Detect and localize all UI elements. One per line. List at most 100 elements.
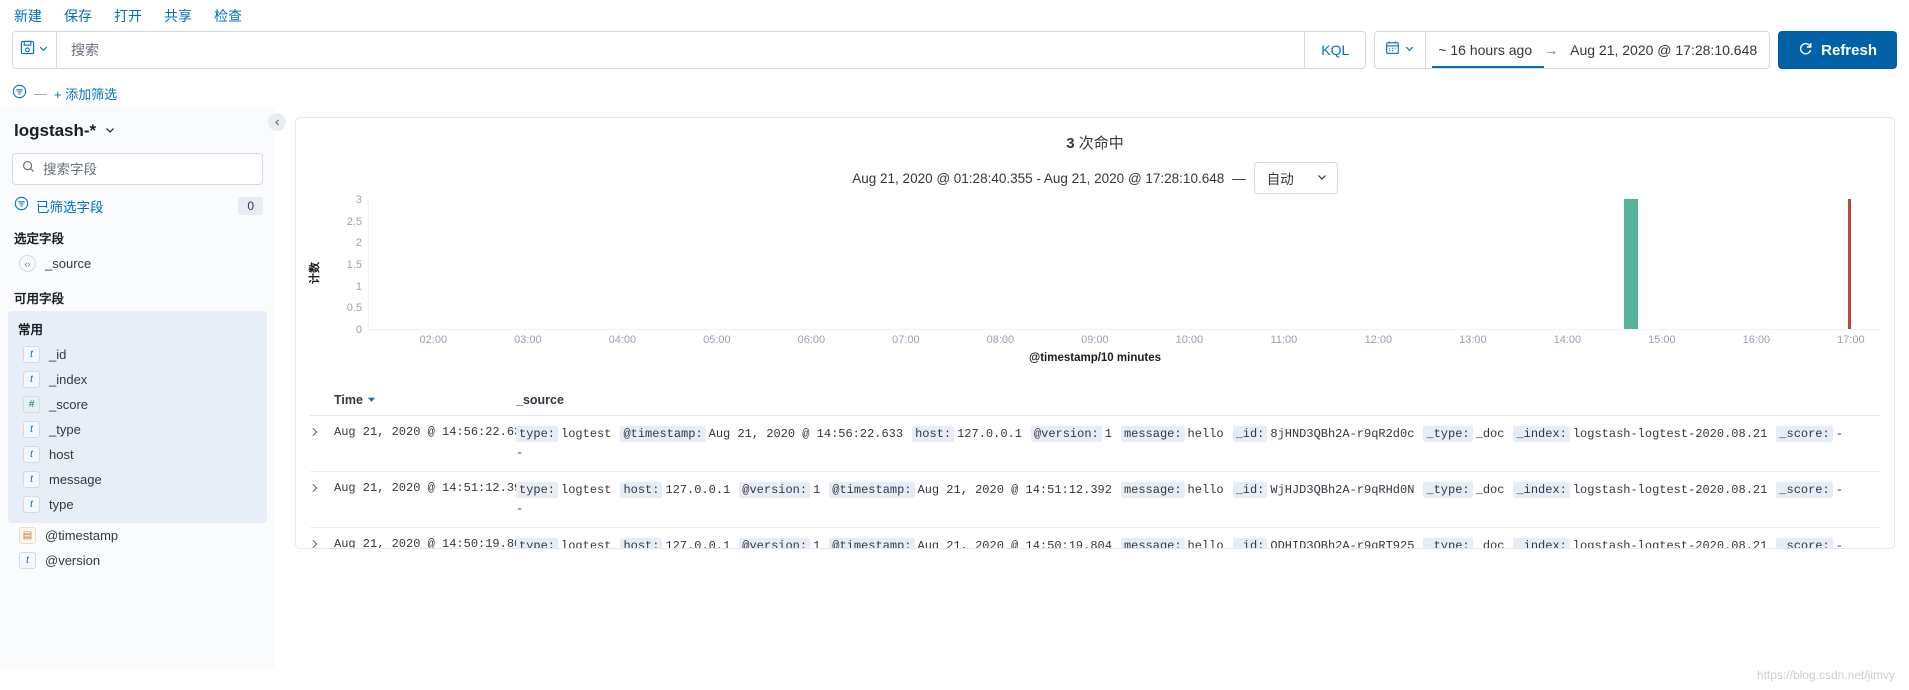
sidebar-field-source[interactable]: ‹› _source <box>12 251 263 276</box>
row-source-cell: type: logtest @timestamp: Aug 21, 2020 @ 14… <box>516 425 1880 462</box>
chevron-down-icon <box>38 41 49 59</box>
query-language-button[interactable]: KQL <box>1304 32 1365 68</box>
interval-select[interactable]: 自动 <box>1253 162 1338 194</box>
source-value: 8jHND3QBh2A-r9qR2d0c <box>1270 427 1415 441</box>
time-column-label: Time <box>334 393 363 407</box>
source-value: logstash-logtest-2020.08.21 <box>1572 427 1768 441</box>
chart-x-tick: 08:00 <box>986 334 1015 346</box>
menu-new[interactable]: 新建 <box>14 9 42 23</box>
source-key: @timestamp: <box>829 538 915 548</box>
sidebar-field-score[interactable]: # _score <box>12 392 263 417</box>
field-sidebar: logstash-* 搜索字段 已筛选字段 0 选定字段 ‹› _source … <box>0 107 286 669</box>
sidebar-field-timestamp[interactable]: ▤ @timestamp <box>12 523 263 548</box>
query-input-group: KQL <box>12 31 1367 69</box>
sidebar-field-index[interactable]: t _index <box>12 367 263 392</box>
menu-share[interactable]: 共享 <box>164 9 192 23</box>
chart-y-tick: 2.5 <box>346 215 362 228</box>
chart-y-tick: 1.5 <box>346 259 362 271</box>
source-value: logstash-logtest-2020.08.21 <box>1572 539 1768 549</box>
source-key: _id: <box>1232 426 1268 442</box>
table-row: Aug 21, 2020 @ 14:50:19.804 type: logtest h… <box>310 528 1880 549</box>
filtered-fields-label: 已筛选字段 <box>36 200 104 215</box>
source-key: type: <box>516 426 559 442</box>
sidebar-field-message[interactable]: t message <box>12 467 263 492</box>
time-column-header[interactable]: Time <box>334 393 516 407</box>
sidebar-field-type[interactable]: t type <box>12 492 263 517</box>
field-type-text-icon: t <box>23 346 40 363</box>
interval-value: 自动 <box>1266 172 1294 187</box>
discover-main: 3 次命中 Aug 21, 2020 @ 01:28:40.355 - Aug … <box>275 107 1909 682</box>
chart-x-tick: 17:00 <box>1837 334 1865 346</box>
document-table-header: Time _source <box>310 393 1880 416</box>
document-table: Time _source Aug 21, 2020 @ 14:56:22.633… <box>296 393 1894 549</box>
sidebar-field-host[interactable]: t host <box>12 442 263 467</box>
chart-y-tick: 0 <box>355 324 362 336</box>
sidebar-field-type[interactable]: t _type <box>12 417 263 442</box>
menu-inspect[interactable]: 检查 <box>214 9 242 23</box>
field-label: _type <box>49 422 81 437</box>
chart-bar[interactable] <box>1623 199 1638 329</box>
date-quick-select-button[interactable] <box>1375 32 1427 68</box>
chart-x-tick: 07:00 <box>892 334 920 346</box>
source-value: ODHID3QBh2A-r9qRT925 <box>1270 539 1415 549</box>
chart-x-axis-ticks: 02:00 03:00 04:00 05:00 06:00 07:00 08:00 09:00… <box>368 334 1880 352</box>
source-key: host: <box>620 538 663 548</box>
popular-fields-block: 常用 t _id t _index # _score t _type t host t message… <box>8 311 267 523</box>
date-to-button[interactable]: Aug 21, 2020 @ 17:28:10.648 <box>1558 32 1769 68</box>
available-fields-title: 可用字段 <box>14 292 65 306</box>
field-type-text-icon: t <box>23 371 40 388</box>
field-type-text-icon: t <box>19 552 36 569</box>
source-value: logstash-logtest-2020.08.21 <box>1572 483 1768 498</box>
field-label: _source <box>45 256 92 271</box>
selected-fields-list: ‹› _source <box>12 251 263 276</box>
date-range-arrow-icon: → <box>1544 42 1559 58</box>
filter-bar-dash: — <box>34 85 47 101</box>
table-row: Aug 21, 2020 @ 14:51:12.392 type: logtest h… <box>310 472 1880 529</box>
chart-x-tick: 03:00 <box>514 334 542 346</box>
source-key: @version: <box>739 538 811 548</box>
search-icon <box>22 160 35 178</box>
refresh-button[interactable]: Refresh <box>1778 31 1897 69</box>
add-filter-button[interactable]: + 添加筛选 <box>54 84 117 103</box>
sidebar-field-id[interactable]: t _id <box>12 342 263 367</box>
search-input[interactable] <box>71 42 1291 58</box>
chart-x-tick: 12:00 <box>1364 334 1393 346</box>
filter-bar: — + 添加筛选 <box>0 79 1909 107</box>
source-value: 127.0.0.1 <box>665 539 731 549</box>
chart-y-tick: 0.5 <box>346 302 362 315</box>
source-value: - <box>1835 539 1843 549</box>
filter-icon[interactable] <box>12 84 27 102</box>
chart-y-tick: 1 <box>355 280 362 293</box>
sidebar-field-version[interactable]: t @version <box>12 548 263 573</box>
menu-open[interactable]: 打开 <box>114 9 142 23</box>
selected-fields-title: 选定字段 <box>14 232 65 246</box>
sidebar-collapse-button[interactable] <box>268 113 286 131</box>
chevron-down-icon <box>1404 41 1415 59</box>
chart-bar[interactable] <box>1848 199 1851 329</box>
field-label: host <box>49 447 74 462</box>
field-label: @timestamp <box>45 528 119 543</box>
source-value: hello <box>1187 483 1224 498</box>
row-time-cell: Aug 21, 2020 @ 14:56:22.633 <box>334 425 529 439</box>
field-type-text-icon: t <box>23 421 40 438</box>
time-range-text: Aug 21, 2020 @ 01:28:40.355 - Aug 21, 20… <box>852 170 1225 186</box>
chart-plot-area <box>368 199 1880 330</box>
index-pattern-selector[interactable]: logstash-* <box>14 121 263 141</box>
source-value: logtest <box>561 427 612 441</box>
source-key: _id: <box>1232 538 1268 548</box>
source-key: message: <box>1120 426 1185 442</box>
source-value: logtest <box>561 539 612 549</box>
menu-save[interactable]: 保存 <box>64 9 92 23</box>
chevron-right-icon <box>312 484 318 493</box>
time-range-summary: Aug 21, 2020 @ 01:28:40.355 - Aug 21, 20… <box>296 162 1894 194</box>
expand-row-button[interactable] <box>310 537 334 548</box>
source-key: _index: <box>1513 482 1570 499</box>
filtered-fields-toggle[interactable]: 已筛选字段 0 <box>14 196 263 216</box>
expand-row-button[interactable] <box>310 481 334 496</box>
field-type-text-icon: t <box>23 496 40 513</box>
saved-query-button[interactable] <box>13 32 57 68</box>
field-search-input[interactable] <box>43 161 253 177</box>
source-key: _type: <box>1423 426 1473 442</box>
expand-row-button[interactable] <box>310 425 334 440</box>
date-from-button[interactable]: ~ 16 hours ago <box>1426 32 1544 68</box>
